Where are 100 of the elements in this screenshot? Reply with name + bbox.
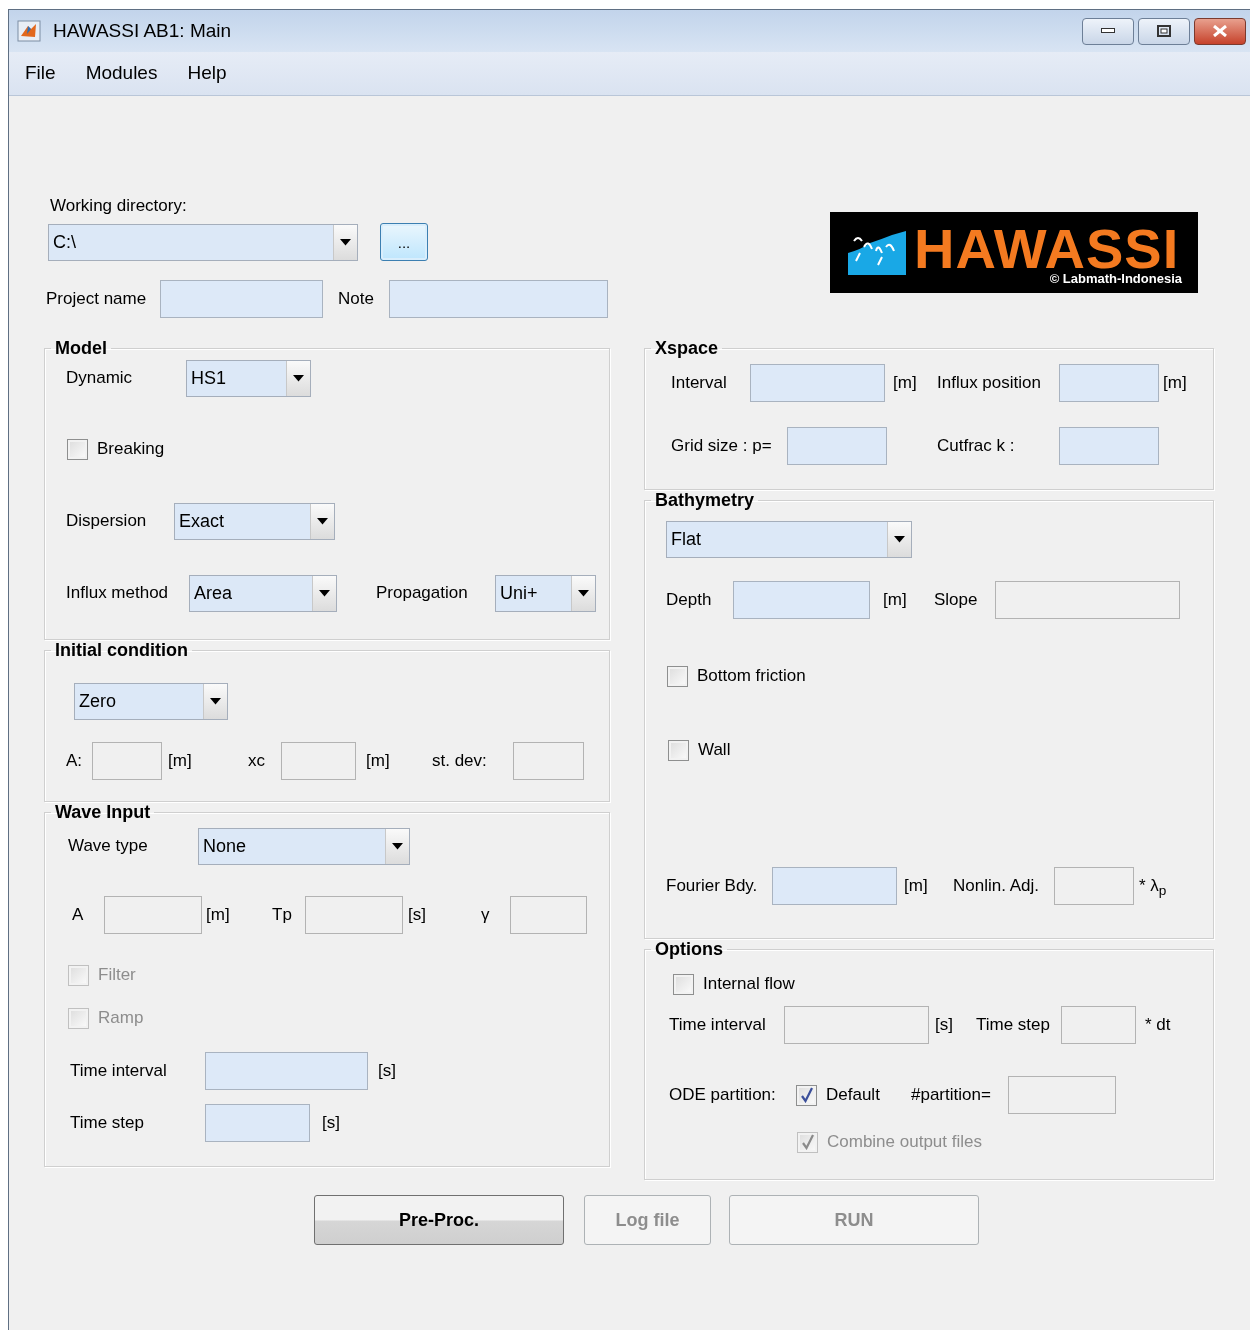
caret-icon [210,697,221,705]
input-field[interactable] [1059,364,1159,402]
checkbox-label: Combine output files [827,1131,982,1154]
minimize-button[interactable] [1082,17,1134,45]
field-label: Grid size : p= [671,436,772,456]
input-field[interactable] [733,581,870,619]
caret-icon [894,535,905,543]
menu-item[interactable]: Modules [85,59,173,88]
wave-icon [848,230,906,275]
checkbox[interactable] [67,438,88,460]
checkbox-label: Default [826,1084,880,1107]
input-field[interactable] [160,280,323,318]
unit-label: [m] [883,590,907,610]
panel-title: Initial condition [54,640,189,660]
field-label: Dynamic [66,368,133,388]
caret-icon [340,238,351,246]
field-label: Nonlin. Adj. [953,876,1039,896]
field-label: Propagation [376,583,468,603]
field-label: A: [66,751,83,771]
browse-button[interactable]: ... [380,223,428,261]
caret-icon [392,842,403,850]
field-label: Influx method [66,583,169,603]
input-field[interactable] [772,867,897,905]
checkbox[interactable] [668,739,689,761]
field-label: Depth [666,590,712,610]
unit-label: [m] [904,876,928,896]
input-field[interactable] [1059,427,1159,465]
input-field[interactable] [205,1104,310,1142]
field-label: Project name [46,289,147,309]
unit-label: [s] [378,1060,396,1083]
panel-title: Wave Input [54,802,152,822]
panel-title: Model [54,338,108,358]
checkbox-label: Wall [698,739,731,762]
checkbox-label: Bottom friction [697,665,806,688]
dropdown[interactable]: C:\ [48,223,358,261]
dropdown[interactable]: Exact [174,502,335,540]
dropdown[interactable]: Area [189,574,337,612]
minimize-icon [1101,28,1115,34]
field-label: Influx position [937,373,1041,393]
close-icon [1212,25,1228,37]
app-icon [17,20,41,42]
unit-label: [s] [408,905,426,925]
checkbox[interactable] [796,1084,817,1106]
input-field[interactable] [389,280,608,318]
unit-label: [m] [168,751,192,771]
dropdown[interactable]: Zero [74,682,228,720]
field-label: Interval [671,373,727,393]
checkbox-label: Ramp [98,1007,144,1030]
unit-label: [m] [206,905,230,925]
close-button[interactable] [1194,17,1246,45]
dropdown[interactable]: None [198,827,410,865]
panel-title: Bathymetry [654,490,756,510]
field-label: Cutfrac k : [937,436,1015,456]
checkbox-label: Internal flow [703,973,795,996]
field-label: Time step [976,1015,1050,1035]
field-label: Time interval [669,1015,766,1035]
panel-title: Xspace [654,338,720,358]
input-field[interactable] [787,427,887,465]
field-label: Working directory: [50,196,187,215]
checkbox[interactable] [673,973,694,995]
maximize-icon [1157,25,1171,37]
field-label: Slope [934,590,978,610]
field-label: Dispersion [66,511,147,531]
checkbox[interactable] [667,665,688,687]
field-label: st. dev: [432,751,487,771]
unit-label: [m] [1163,372,1187,395]
action-button[interactable]: Pre-Proc. [314,1195,564,1245]
unit-label: [m] [893,373,917,393]
field-label: #partition= [911,1085,991,1105]
field-label: Fourier Bdy. [666,876,758,896]
maximize-button[interactable] [1138,17,1190,45]
field-label: Note [338,289,374,309]
caret-icon [319,589,330,597]
field-label: Tp [272,905,292,925]
caret-icon [317,517,328,525]
dropdown[interactable]: HS1 [186,359,311,397]
field-label: Time interval [70,1061,167,1081]
unit-label: [m] [366,751,390,771]
unit-label: * λ$_{p}$ [1139,875,1167,899]
field-label: Time step [70,1113,144,1133]
menu-item[interactable]: Help [187,59,242,88]
checkbox-label: Filter [98,964,136,987]
menu-item[interactable]: File [25,59,71,88]
unit-label: [s] [935,1015,953,1035]
input-field[interactable] [205,1052,368,1090]
field-label: γ [481,905,490,925]
caret-icon [578,589,589,597]
unit-label: * dt [1145,1014,1171,1037]
field-label: A [72,905,84,925]
caret-icon [293,374,304,382]
dropdown[interactable]: Flat [666,520,912,558]
window-title: HAWASSI AB1: Main [53,18,232,43]
input-field[interactable] [750,364,885,402]
field-label: Wave type [68,836,148,856]
field-label: ODE partition: [669,1085,776,1105]
checkbox-label: Breaking [97,438,165,461]
unit-label: [s] [322,1112,340,1135]
field-label: xc [248,751,265,771]
dropdown[interactable]: Uni+ [495,574,596,612]
panel-title: Options [654,939,724,959]
